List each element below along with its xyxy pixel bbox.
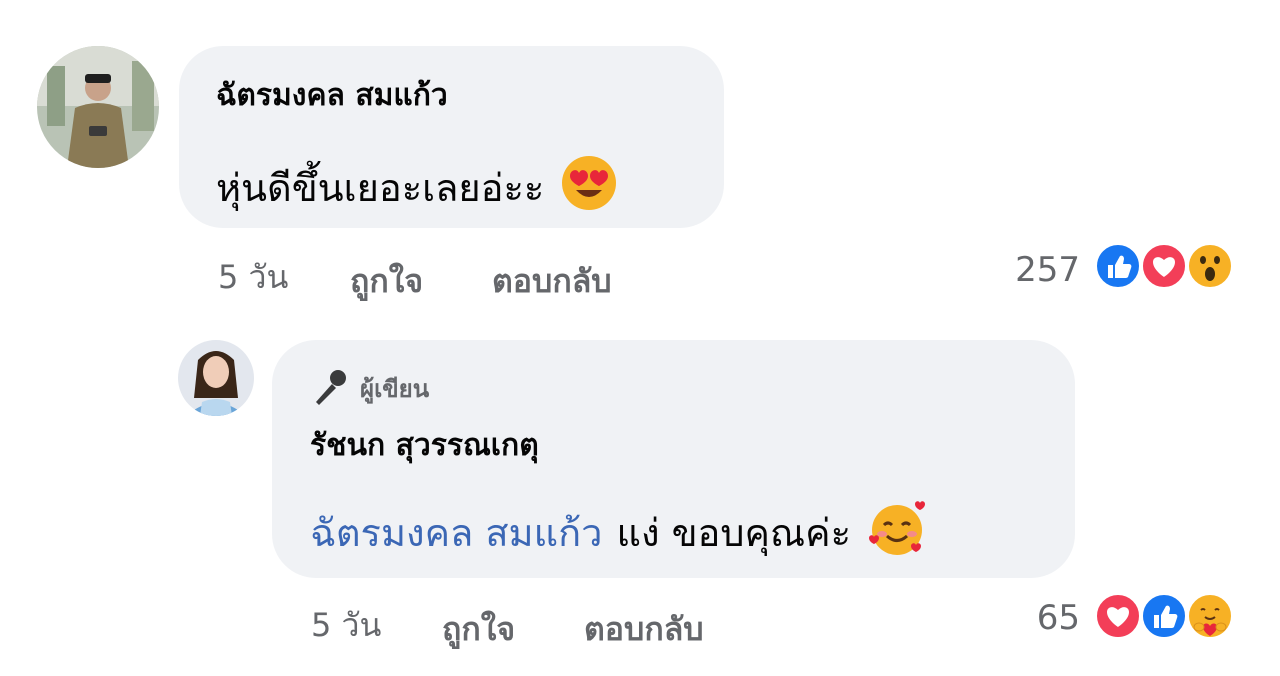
like-icon	[1140, 592, 1188, 640]
comment-time[interactable]: 5 วัน	[311, 600, 381, 651]
comment-bubble: ผู้เขียน รัชนก สุวรรณเกตุ ฉัตรมงคล สมแก้…	[272, 340, 1075, 578]
smiling-face-with-hearts-emoji-icon	[867, 498, 927, 568]
author-badge-label: ผู้เขียน	[360, 374, 430, 403]
comment-2-reply: ผู้เขียน รัชนก สุวรรณเกตุ ฉัตรมงคล สมแก้…	[0, 0, 1280, 676]
comment-text-content: แง่ ขอบคุณค่ะ	[616, 511, 852, 555]
author-badge: ผู้เขียน	[310, 368, 429, 408]
comment-meta: 5 วัน ถูกใจ ตอบกลับ	[311, 600, 811, 648]
wow-icon	[1186, 242, 1234, 290]
love-icon	[1094, 592, 1142, 640]
like-icon	[1094, 242, 1142, 290]
reply-button[interactable]: ตอบกลับ	[584, 604, 704, 655]
reactions[interactable]	[1094, 592, 1244, 644]
reactions[interactable]	[1094, 242, 1244, 294]
comment-text: ฉัตรมงคล สมแก้ว แง่ ขอบคุณค่ะ	[310, 498, 927, 568]
microphone-icon	[310, 368, 350, 408]
love-icon	[1140, 242, 1188, 290]
mention-link[interactable]: ฉัตรมงคล สมแก้ว	[310, 510, 602, 556]
care-icon	[1186, 592, 1234, 640]
avatar[interactable]	[178, 340, 254, 416]
comment-author[interactable]: รัชนก สุวรรณเกตุ	[310, 428, 539, 464]
like-button[interactable]: ถูกใจ	[442, 604, 515, 655]
reaction-count[interactable]: 65	[1000, 598, 1080, 638]
